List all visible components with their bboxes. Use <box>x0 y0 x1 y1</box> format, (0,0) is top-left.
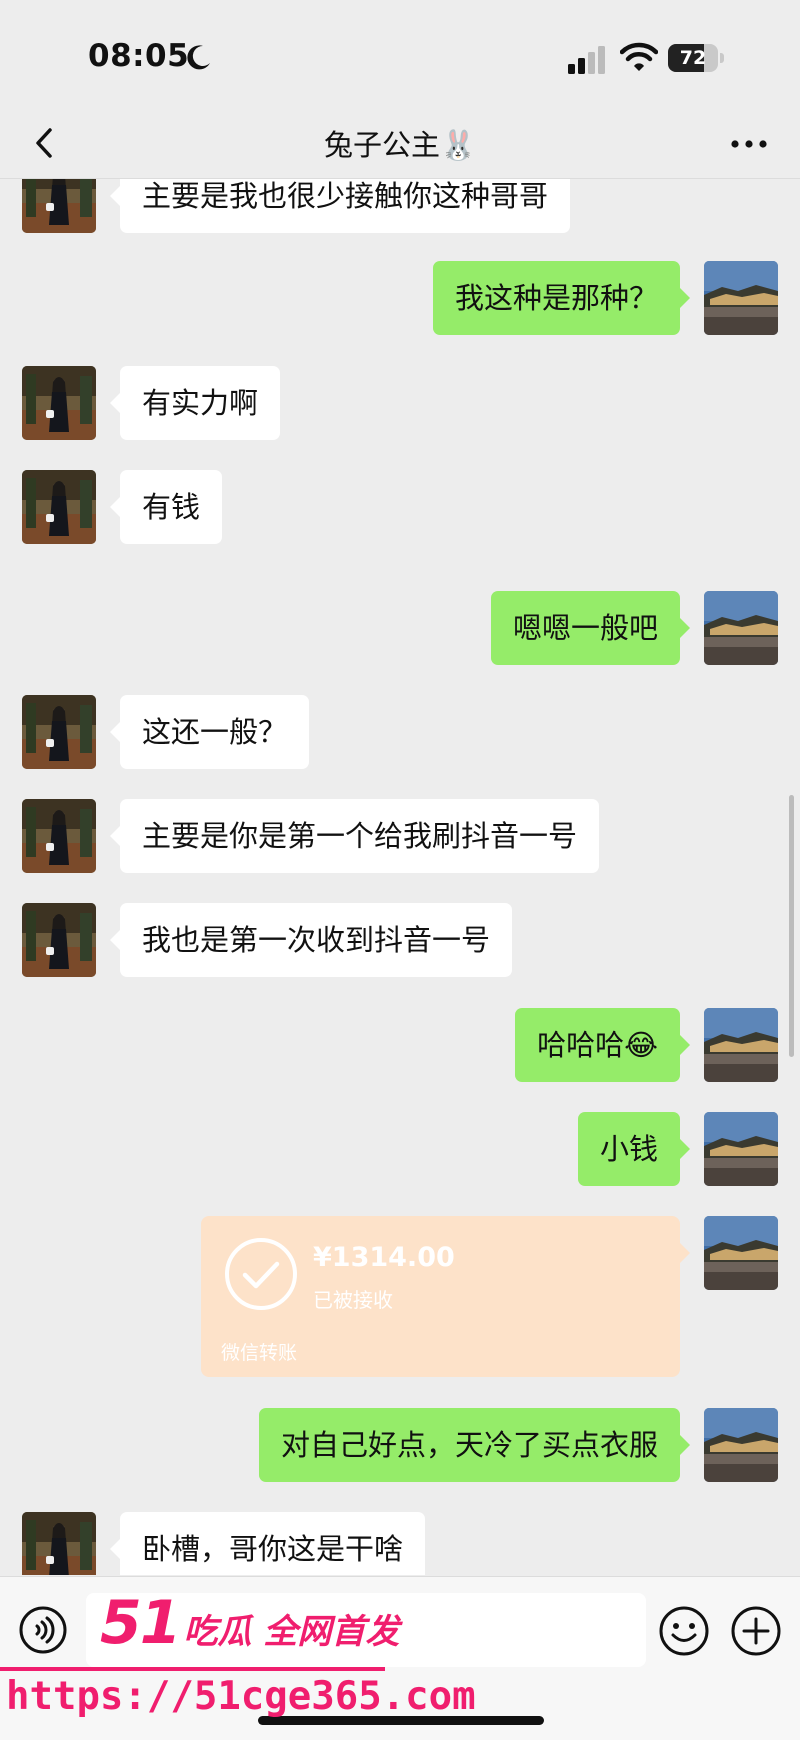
watermark-logo: 51 吃瓜 全网首发 <box>100 1588 399 1662</box>
watermark-divider <box>0 1667 385 1671</box>
emoji-icon[interactable] <box>658 1605 710 1657</box>
contact-avatar[interactable] <box>22 179 96 233</box>
message-bubble[interactable]: 小钱 <box>577 1112 691 1186</box>
watermark-logo-text: 吃瓜 全网首发 <box>183 1612 400 1652</box>
my-avatar[interactable] <box>704 1216 778 1290</box>
scrollbar[interactable] <box>789 795 794 1057</box>
transfer-card[interactable]: ¥1314.00 已被接收 微信转账 <box>201 1216 690 1377</box>
message-bubble[interactable]: 嗯嗯一般吧 <box>490 591 691 665</box>
my-avatar[interactable] <box>704 1008 778 1082</box>
message-bubble[interactable]: 卧槽，哥你这是干啥 <box>109 1512 426 1575</box>
status-time: 08:05 <box>88 38 190 74</box>
contact-avatar[interactable] <box>22 799 96 873</box>
status-bar: 08:05 72 <box>0 0 800 110</box>
message-bubble[interactable]: 哈哈哈😂 <box>515 1008 690 1082</box>
message-bubble[interactable]: 主要是我也很少接触你这种哥哥 <box>109 179 571 233</box>
message-bubble[interactable]: 我这种是那种？ <box>432 261 691 335</box>
transfer-label: 微信转账 <box>221 1342 298 1364</box>
cellular-signal-icon <box>568 46 605 74</box>
my-avatar[interactable] <box>704 1408 778 1482</box>
battery-percent: 72 <box>679 47 707 69</box>
contact-avatar[interactable] <box>22 366 96 440</box>
chat-title[interactable]: 兔子公主🐰 <box>0 122 800 164</box>
watermark-logo-number: 51 <box>100 1588 181 1658</box>
message-bubble[interactable]: 有钱 <box>109 470 223 544</box>
contact-avatar[interactable] <box>22 903 96 977</box>
chat-header: 兔子公主🐰 <box>0 110 800 179</box>
voice-icon[interactable] <box>18 1605 68 1655</box>
message-bubble[interactable]: 我也是第一次收到抖音一号 <box>109 903 513 977</box>
message-bubble[interactable]: 这还一般？ <box>109 695 310 769</box>
my-avatar[interactable] <box>704 591 778 665</box>
contact-avatar[interactable] <box>22 470 96 544</box>
message-bubble[interactable]: 有实力啊 <box>109 366 281 440</box>
contact-avatar[interactable] <box>22 695 96 769</box>
my-avatar[interactable] <box>704 261 778 335</box>
contact-avatar[interactable] <box>22 1512 96 1575</box>
more-options-button[interactable] <box>726 124 772 164</box>
plus-icon[interactable] <box>730 1605 782 1657</box>
transfer-status: 已被接收 <box>313 1288 393 1312</box>
message-bubble[interactable]: 对自己好点，天冷了买点衣服 <box>258 1408 691 1482</box>
watermark-url: https://51cge365.com <box>6 1674 476 1719</box>
moon-icon <box>187 45 210 70</box>
wifi-icon <box>620 42 658 71</box>
battery-indicator: 72 <box>668 44 726 72</box>
chat-messages[interactable]: 主要是我也很少接触你这种哥哥 我这种是那种？ 有实力啊 有钱 嗯嗯一般吧 这还一… <box>0 179 800 1575</box>
transfer-amount: ¥1314.00 <box>313 1242 455 1273</box>
my-avatar[interactable] <box>704 1112 778 1186</box>
message-bubble[interactable]: 主要是你是第一个给我刷抖音一号 <box>109 799 600 873</box>
check-circle-icon <box>225 1238 297 1310</box>
